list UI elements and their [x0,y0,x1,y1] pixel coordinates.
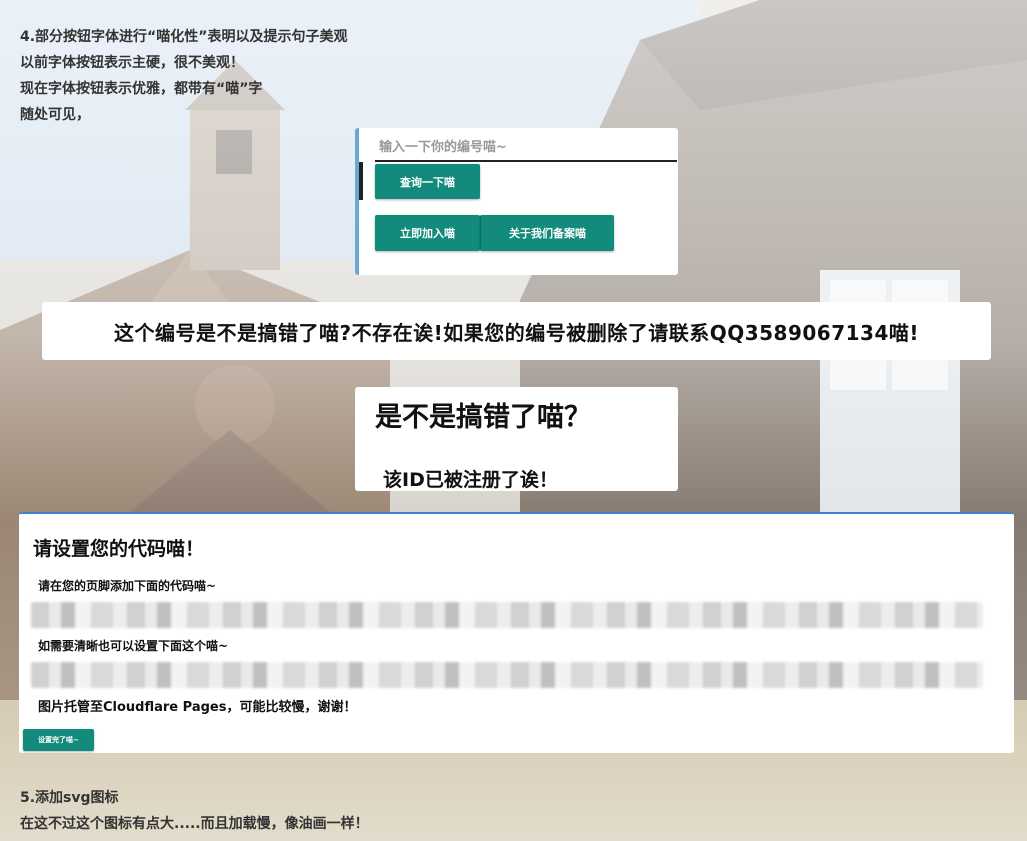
join-button[interactable]: 立即加入喵 [375,215,480,251]
about-record-button[interactable]: 关于我们备案喵 [480,215,614,251]
id-registered-message: 该ID已被注册了诶！ [383,469,558,491]
query-button[interactable]: 查询一下喵 [375,164,480,199]
id-lookup-input[interactable] [375,134,677,162]
intro-line: 以前字体按钮表示主硬，很不美观！ [20,55,244,71]
id-taken-box: 是不是搞错了喵？ 该ID已被注册了诶！ [355,387,678,491]
outro-line: 在这不过这个图标有点大.....而且加载慢，像油画一样！ [20,816,369,832]
outro-line: 5.添加svg图标 [20,790,119,806]
not-found-banner: 这个编号是不是搞错了喵?不存在诶!如果您的编号被删除了请联系QQ35890671… [42,302,991,360]
intro-line: 随处可见， [20,107,90,123]
hosting-note: 图片托管至Cloudflare Pages，可能比较慢，谢谢！ [38,700,357,715]
clear-code-label: 如需要清晰也可以设置下面这个喵~ [38,639,229,653]
not-found-message: 这个编号是不是搞错了喵?不存在诶!如果您的编号被删除了请联系QQ35890671… [113,320,919,345]
lookup-card: 查询一下喵 立即加入喵 关于我们备案喵 [355,128,678,275]
input-accent-bar [359,162,363,200]
clear-code-snippet[interactable] [31,662,983,688]
footer-code-label: 请在您的页脚添加下面的代码喵~ [38,579,217,593]
intro-line: 现在字体按钮表示优雅，都带有“喵”字 [20,81,263,97]
outro-notes: 5.添加svg图标 在这不过这个图标有点大.....而且加载慢，像油画一样！ [20,785,369,837]
footer-code-snippet[interactable] [31,602,983,628]
code-setup-card: 请设置您的代码喵！ 请在您的页脚添加下面的代码喵~ 如需要清晰也可以设置下面这个… [19,512,1014,753]
code-card-title: 请设置您的代码喵！ [33,538,205,560]
setup-done-button[interactable]: 设置完了喵~ [23,729,94,751]
mistake-title: 是不是搞错了喵？ [375,402,591,433]
intro-line: 4.部分按钮字体进行“喵化性”表明以及提示句子美观 [20,29,348,45]
intro-notes: 4.部分按钮字体进行“喵化性”表明以及提示句子美观 以前字体按钮表示主硬，很不美… [20,24,347,128]
